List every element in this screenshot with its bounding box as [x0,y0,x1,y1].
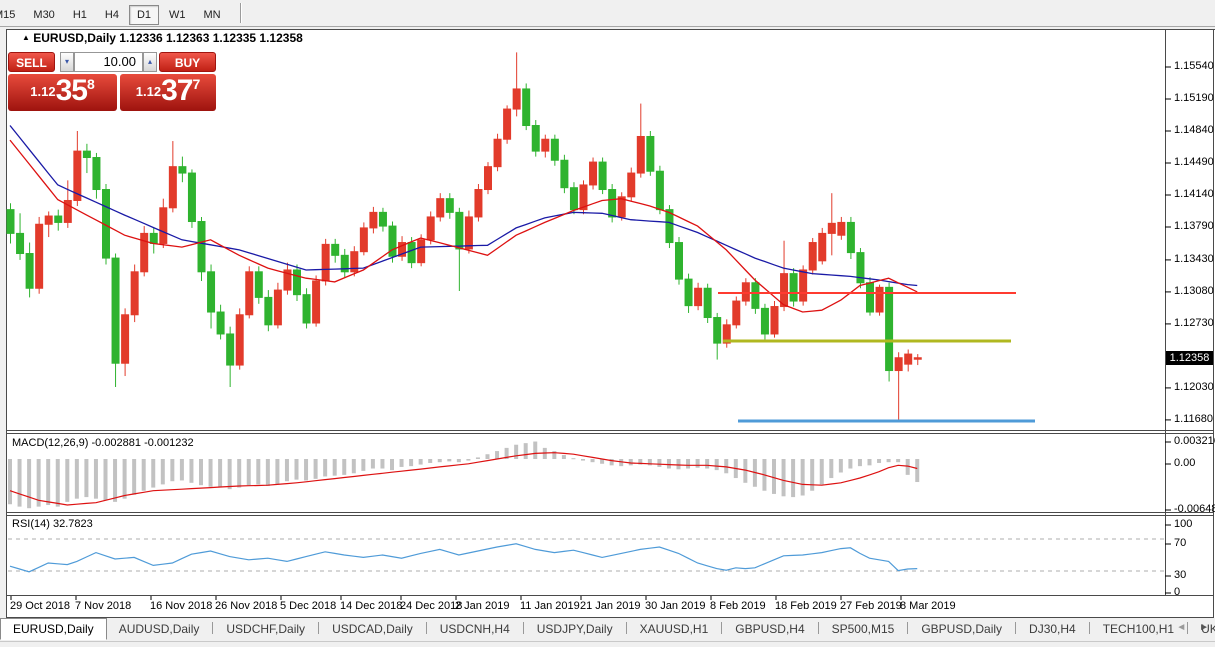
tab-separator [721,622,722,634]
date-axis-label: 8 Feb 2019 [710,600,766,612]
collapse-triangle-icon[interactable]: ▲ [22,33,30,42]
price-axis-label: 1.14490 [1174,156,1214,168]
chart-tab-sp500-m15[interactable]: SP500,M15 [820,619,907,640]
date-axis-label: 26 Nov 2018 [215,600,277,612]
chart-tab-gbpusd-daily[interactable]: GBPUSD,Daily [909,619,1014,640]
sell-price-point: 8 [87,76,95,92]
date-axis-label: 27 Feb 2019 [840,600,902,612]
date-axis-label: 2 Jan 2019 [455,600,509,612]
date-axis-label: 5 Dec 2018 [280,600,336,612]
price-axis-label: 1.15190 [1174,92,1214,104]
tab-separator [907,622,908,634]
price-axis-label: 1.12730 [1174,317,1214,329]
macd-axis-label: 0.00 [1174,457,1195,469]
volume-decrease-button[interactable]: ▾ [60,52,74,72]
price-axis-label: 1.13080 [1174,285,1214,297]
tab-separator [426,622,427,634]
sell-price-pips: 35 [56,74,87,107]
mt4-trading-app: M15M30H1H4D1W1MN ▲ EURUSD,Daily 1.12336 … [0,0,1215,647]
date-axis-label: 16 Nov 2018 [150,600,212,612]
chart-tab-eurusd-daily[interactable]: EURUSD,Daily [0,618,107,640]
tab-separator [523,622,524,634]
sell-button[interactable]: SELL [8,52,55,72]
symbol-ohlc-text: EURUSD,Daily 1.12336 1.12363 1.12335 1.1… [33,31,303,45]
price-axis-label: 1.13430 [1174,253,1214,265]
date-axis-label: 14 Dec 2018 [340,600,402,612]
tab-separator [212,622,213,634]
price-axis-label: 1.13790 [1174,220,1214,232]
date-axis-label: 18 Feb 2019 [775,600,837,612]
buy-price-figure: 1.12 [136,84,161,99]
tab-scroll-controls: ◄ ► [1166,622,1209,633]
buy-price-pips: 37 [161,74,192,107]
rsi-indicator-label: RSI(14) 32.7823 [12,518,93,530]
chevron-up-icon: ▴ [148,57,152,66]
buy-button[interactable]: BUY [159,52,216,72]
chart-tab-usdcad-daily[interactable]: USDCAD,Daily [320,619,425,640]
buy-price-button[interactable]: 1.12377 [120,74,216,111]
volume-input[interactable]: 10.00 [74,52,143,72]
date-axis-label: 24 Dec 2018 [400,600,462,612]
date-axis-label: 8 Mar 2019 [900,600,956,612]
price-axis-label: 1.12030 [1174,381,1214,393]
tab-separator [626,622,627,634]
tab-separator [318,622,319,634]
rsi-axis-label: 100 [1174,518,1192,530]
chart-tab-audusd-daily[interactable]: AUDUSD,Daily [107,619,212,640]
macd-indicator-label: MACD(12,26,9) -0.002881 -0.001232 [12,437,194,449]
date-axis-label: 30 Jan 2019 [645,600,706,612]
sell-price-figure: 1.12 [30,84,55,99]
chevron-down-icon: ▾ [65,57,69,66]
sell-price-button[interactable]: 1.12358 [8,74,117,111]
price-axis-label: 1.14140 [1174,188,1214,200]
rsi-axis-label: 30 [1174,569,1186,581]
chart-tab-xauusd-h1[interactable]: XAUUSD,H1 [628,619,721,640]
scroll-tabs-left-icon[interactable]: ◄ [1176,622,1186,633]
rsi-axis-label: 70 [1174,537,1186,549]
buy-price-point: 7 [192,76,200,92]
date-axis-label: 11 Jan 2019 [520,600,580,612]
tab-separator [1089,622,1090,634]
price-axis-label: 1.14840 [1174,124,1214,136]
chart-tab-usdchf-daily[interactable]: USDCHF,Daily [214,619,317,640]
chart-tab-dj30-h4[interactable]: DJ30,H4 [1017,619,1088,640]
chart-symbol-header: ▲ EURUSD,Daily 1.12336 1.12363 1.12335 1… [22,31,303,45]
volume-increase-button[interactable]: ▴ [143,52,157,72]
price-axis-label: 1.11680 [1174,413,1213,425]
price-axis-label: 1.15540 [1174,60,1214,72]
macd-axis-label: -0.006485 [1174,503,1215,515]
chart-tab-usdjpy-daily[interactable]: USDJPY,Daily [525,619,625,640]
date-axis-label: 21 Jan 2019 [580,600,641,612]
rsi-axis-label: 0 [1174,586,1180,598]
scroll-tabs-right-icon[interactable]: ► [1199,622,1209,633]
date-axis-label: 29 Oct 2018 [10,600,70,612]
tab-separator [818,622,819,634]
one-click-trade-panel: SELL ▾ 10.00 ▴ BUY 1.12358 1.12377 [8,52,216,73]
current-price-tag: 1.12358 [1166,351,1213,365]
macd-axis-label: 0.003216 [1174,435,1215,447]
tab-separator [1015,622,1016,634]
chart-tab-gbpusd-h4[interactable]: GBPUSD,H4 [723,619,816,640]
trade-buttons-row: SELL ▾ 10.00 ▴ BUY [8,52,216,73]
date-axis-label: 7 Nov 2018 [75,600,131,612]
chart-tab-usdcnh-h4[interactable]: USDCNH,H4 [428,619,522,640]
chart-tab-bar: EURUSD,DailyAUDUSD,DailyUSDCHF,DailyUSDC… [0,618,1215,641]
